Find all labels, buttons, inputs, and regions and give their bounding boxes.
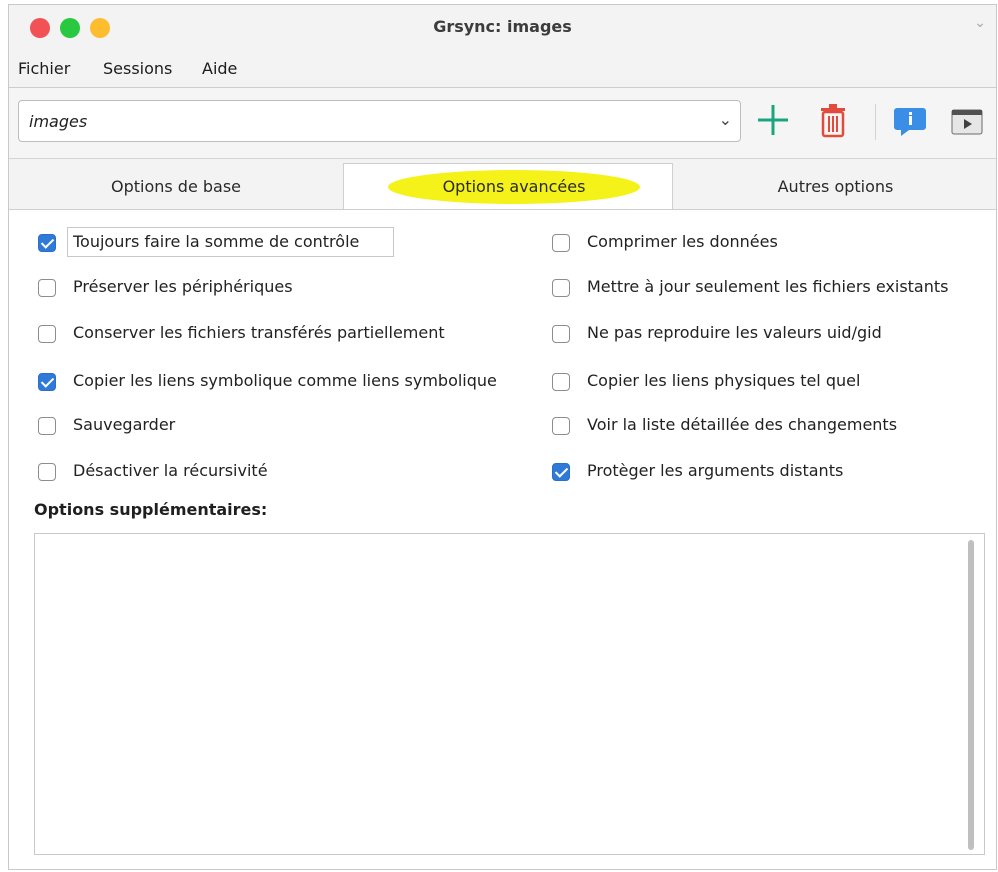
option-label: Copier les liens physiques tel quel (587, 371, 861, 390)
run-icon (951, 109, 983, 135)
option-label: Ne pas reproduire les valeurs uid/gid (587, 323, 882, 342)
option-copy-symlinks[interactable]: Copier les liens symbolique comme liens … (38, 371, 518, 397)
option-checksum[interactable]: Toujours faire la somme de contrôle (38, 227, 518, 258)
tab-autres-options[interactable]: Autres options (673, 165, 996, 209)
scrollbar-thumb[interactable] (968, 540, 974, 850)
delete-session-icon (821, 104, 845, 138)
option-keep-partial[interactable]: Conserver les fichiers transférés partie… (38, 323, 518, 349)
checkbox-keep-partial[interactable] (38, 325, 56, 343)
tab-options-de-base[interactable]: Options de base (9, 165, 343, 209)
run-button[interactable] (949, 102, 985, 138)
option-hard-links[interactable]: Copier les liens physiques tel quel (552, 371, 992, 397)
chevron-down-icon[interactable]: ⌄ (974, 15, 986, 31)
session-select[interactable]: images ⌄ (18, 100, 741, 142)
checkbox-preserve-devices[interactable] (38, 279, 56, 297)
menu-aide[interactable]: Aide (202, 59, 237, 78)
title-bar: Grsync: images ⌄ (9, 5, 996, 47)
option-label: Désactiver la récursivité (73, 461, 268, 480)
toolbar-separator (875, 104, 876, 140)
option-label: Sauvegarder (73, 415, 176, 434)
menu-sessions[interactable]: Sessions (103, 59, 172, 78)
option-label: Conserver les fichiers transférés partie… (73, 323, 445, 342)
info-icon (894, 108, 926, 136)
option-update-existing[interactable]: Mettre à jour seulement les fichiers exi… (552, 277, 992, 303)
option-label: Comprimer les données (587, 232, 778, 251)
checkbox-copy-symlinks[interactable] (38, 373, 56, 391)
option-compress[interactable]: Comprimer les données (552, 232, 992, 258)
grsync-window: Grsync: images ⌄ Fichier Sessions Aide i… (8, 4, 997, 870)
extra-options-label: Options supplémentaires: (34, 500, 268, 519)
checkbox-checksum[interactable] (38, 234, 56, 252)
checkbox-compress[interactable] (552, 234, 570, 252)
option-label: Voir la liste détaillée des changements (587, 415, 898, 434)
option-preserve-devices[interactable]: Préserver les périphériques (38, 277, 518, 303)
checkbox-update-existing[interactable] (552, 279, 570, 297)
toolbar: images ⌄ (9, 88, 996, 159)
advanced-options-panel: Toujours faire la somme de contrôle Prés… (9, 209, 996, 869)
checkbox-backup[interactable] (38, 417, 56, 435)
chevron-down-icon: ⌄ (718, 110, 732, 129)
info-button[interactable] (893, 102, 927, 138)
option-label: Mettre à jour seulement les fichiers exi… (587, 277, 949, 296)
session-value: images (29, 112, 88, 131)
tab-options-avancees-label: Options avancées (388, 170, 640, 204)
checkbox-protect-args[interactable] (552, 463, 570, 481)
tab-options-avancees[interactable]: Options avancées (343, 163, 673, 210)
option-label: Préserver les périphériques (73, 277, 293, 296)
option-protect-args[interactable]: Protèger les arguments distants (552, 461, 992, 487)
option-label: Toujours faire la somme de contrôle (73, 232, 360, 251)
extra-options-textarea[interactable] (34, 533, 985, 855)
checkbox-itemize-changes[interactable] (552, 417, 570, 435)
add-session-button[interactable] (755, 102, 791, 138)
add-session-icon (758, 105, 788, 135)
menu-bar: Fichier Sessions Aide (9, 47, 996, 88)
option-no-uid-gid[interactable]: Ne pas reproduire les valeurs uid/gid (552, 323, 992, 349)
option-backup[interactable]: Sauvegarder (38, 415, 518, 441)
checkbox-no-uid-gid[interactable] (552, 325, 570, 343)
option-label: Protèger les arguments distants (587, 461, 844, 480)
tab-strip: Options de base Options avancées Autres … (9, 159, 996, 210)
option-no-recursion[interactable]: Désactiver la récursivité (38, 461, 518, 487)
option-label: Copier les liens symbolique comme liens … (73, 371, 497, 390)
delete-session-button[interactable] (817, 102, 849, 138)
window-title: Grsync: images (433, 17, 572, 36)
menu-fichier[interactable]: Fichier (18, 59, 70, 78)
checkbox-no-recursion[interactable] (38, 463, 56, 481)
option-itemize-changes[interactable]: Voir la liste détaillée des changements (552, 415, 992, 441)
checkbox-hard-links[interactable] (552, 373, 570, 391)
vertical-scrollbar[interactable] (964, 540, 978, 850)
